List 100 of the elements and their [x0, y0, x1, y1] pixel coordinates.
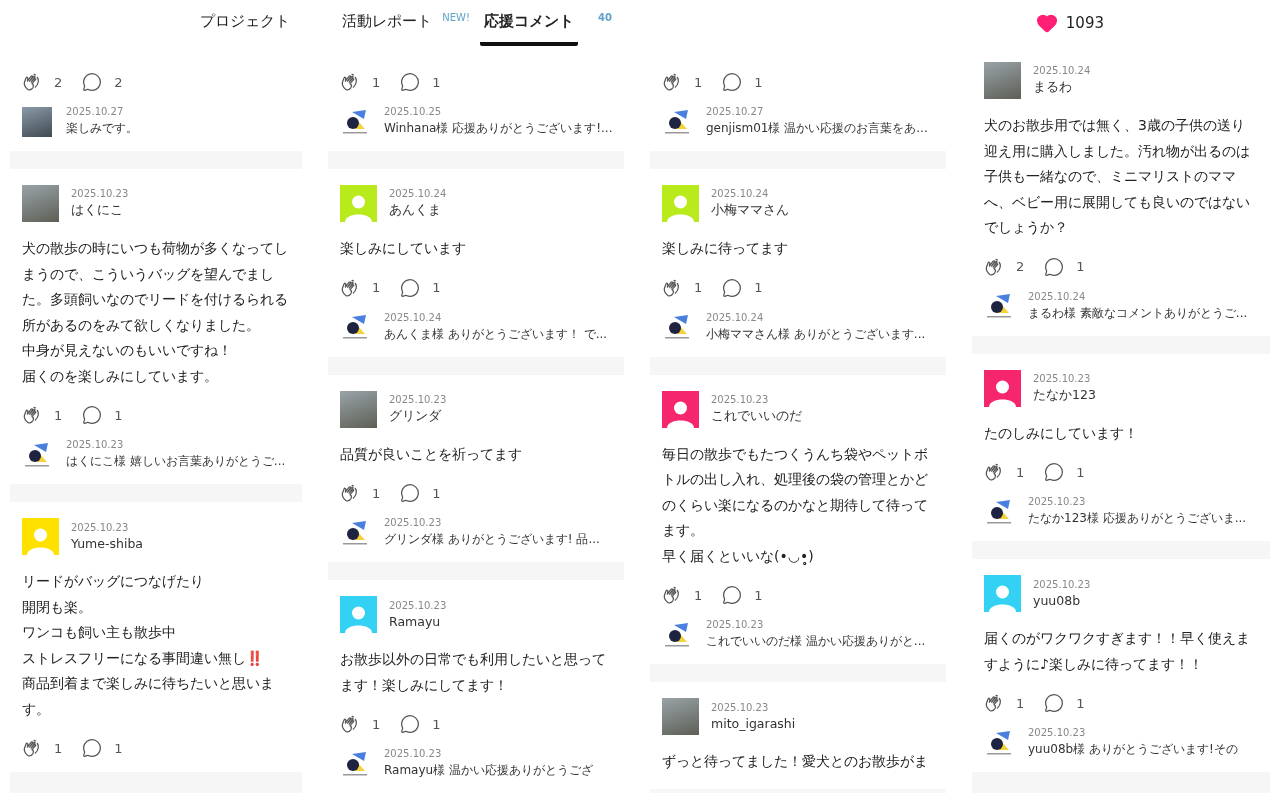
- comment-date: 2025.10.24: [711, 188, 770, 199]
- comment-text: ワンコも飼い主も散歩中: [22, 623, 177, 642]
- comment-icon[interactable]: [722, 72, 743, 92]
- comment-icon[interactable]: [1044, 256, 1065, 277]
- comment-icon[interactable]: [722, 277, 743, 298]
- clapping-hands-icon[interactable]: [340, 277, 360, 298]
- clapping-hands-icon[interactable]: [340, 483, 360, 503]
- clapping-hands-icon[interactable]: [340, 72, 360, 92]
- reply-text: 楽しみです。: [66, 120, 138, 137]
- comment-icon[interactable]: [400, 714, 421, 734]
- comment-icon[interactable]: [400, 483, 421, 503]
- comment-date: 2025.10.23: [389, 393, 447, 405]
- comment-date: 2025.10.23: [71, 522, 130, 533]
- comment-text: 楽しみに待ってます: [662, 239, 789, 258]
- comment-icon[interactable]: [400, 277, 421, 298]
- reply-text: あんくま様 ありがとうございます！ で...: [384, 325, 608, 343]
- clapping-hands-icon[interactable]: [984, 462, 1004, 482]
- comment-text: ストレスフリーになる事間違い無し‼: [22, 648, 264, 668]
- tab-label: プロジェクト: [200, 11, 290, 31]
- comment-text: 商品到着まで楽しみに待ちたいと思います。: [22, 674, 275, 719]
- reply-text: グリンダ様 ありがとうございます! 品...: [384, 531, 600, 548]
- reply-date: 2025.10.23: [384, 748, 443, 759]
- photo-placeholder: [662, 698, 699, 735]
- comment-icon[interactable]: [400, 72, 421, 92]
- clapping-hands-icon[interactable]: [662, 585, 682, 605]
- clapping-hands-icon[interactable]: [984, 256, 1004, 277]
- comment-icon[interactable]: [82, 405, 103, 425]
- comment-date: 2025.10.24: [389, 188, 447, 199]
- tab-note-label: 40: [598, 12, 612, 23]
- comment-date: 2025.10.23: [389, 600, 447, 611]
- comment-count: 2: [114, 74, 123, 90]
- comment-date: 2025.10.23: [711, 393, 770, 405]
- clapping-hands-icon[interactable]: [984, 693, 1004, 713]
- reply-date: 2025.10.24: [384, 311, 443, 323]
- heart-icon[interactable]: [1035, 12, 1058, 34]
- comment-count: 1: [1076, 464, 1085, 480]
- reply-text: まるわ様 素敵なコメントありがとうご...: [1028, 304, 1248, 322]
- reply-date: 2025.10.23: [384, 517, 443, 528]
- reply-text: これでいいのだ様 温かい応援ありがと...: [706, 633, 926, 650]
- comment-icon[interactable]: [82, 738, 103, 758]
- user-name: Yume-shiba: [71, 536, 143, 551]
- comment-count: 1: [432, 716, 441, 732]
- reply-date: 2025.10.23: [1028, 727, 1087, 738]
- clap-count: 1: [694, 74, 703, 90]
- comment-count: 1: [1076, 259, 1085, 274]
- logo-icon: [662, 312, 692, 342]
- reply-text: はくにこ様 嬉しいお言葉ありがとうご...: [66, 453, 286, 470]
- comment-date: 2025.10.23: [711, 702, 770, 713]
- comment-date: 2025.10.23: [71, 188, 129, 199]
- user-name: はくにこ: [71, 202, 124, 219]
- comment-text: 犬の散歩の時にいつも荷物が多くなってしまうので、こういうバッグを望んでました。多頭飼いなのでリードを付けるられる所があるのをみて欲しくなりました。: [22, 239, 289, 335]
- clap-count: 1: [372, 716, 381, 732]
- reply-date: 2025.10.23: [66, 439, 125, 450]
- comment-icon[interactable]: [1044, 693, 1065, 713]
- comment-count: 1: [754, 587, 763, 603]
- comment-count: 1: [432, 74, 441, 90]
- clapping-hands-icon[interactable]: [662, 72, 682, 92]
- comment-text: 届くのがワクワクすぎます！！早く使えますように♪楽しみに待ってます！！: [984, 629, 1251, 674]
- comment-text: 開閉も楽。: [22, 597, 93, 617]
- clapping-hands-icon[interactable]: [22, 738, 42, 758]
- comment-date: 2025.10.24: [1033, 65, 1091, 76]
- comment-icon[interactable]: [82, 72, 103, 92]
- clap-count: 2: [54, 74, 63, 90]
- tab-label: 活動レポート: [342, 11, 432, 31]
- clapping-hands-icon[interactable]: [662, 277, 682, 298]
- reply-text: Winhana様 応援ありがとうございます!...: [383, 120, 612, 137]
- user-name: まるわ: [1033, 79, 1073, 96]
- clap-count: 1: [54, 740, 63, 756]
- comment-text: 犬のお散歩用では無く、3歳の子供の送り迎え用に購入しました。汚れ物が出るのは子供も一緒なので、ミニマリストのママへ、ベビー用に展開しても良いのではないでしょうか？: [984, 116, 1251, 237]
- photo-placeholder: [22, 185, 59, 222]
- clapping-hands-icon[interactable]: [340, 714, 360, 734]
- user-name: Ramayu: [389, 614, 442, 629]
- reply-date: 2025.10.23: [706, 619, 765, 630]
- comment-text: たのしみにしています！: [984, 423, 1139, 443]
- clapping-hands-icon[interactable]: [22, 405, 42, 425]
- comment-text: ずっと待ってました！愛犬とのお散歩がま: [662, 752, 929, 771]
- reply-text: 小梅ママさん様 ありがとうございます...: [706, 325, 926, 343]
- user-name: yuu08b: [1033, 593, 1082, 608]
- reply-date: 2025.10.27: [66, 106, 125, 117]
- comment-text: 中身が見えないのもいいですね！: [22, 341, 233, 360]
- clap-count: 1: [372, 74, 381, 90]
- comment-icon[interactable]: [722, 585, 743, 605]
- comment-count: 1: [114, 407, 123, 423]
- comment-text: お散歩以外の日常でも利用したいと思ってます！楽しみにしてます！: [340, 650, 607, 695]
- comment-count: 1: [1076, 695, 1085, 711]
- tab[interactable]: プロジェクト: [196, 0, 294, 46]
- photo-placeholder: [984, 62, 1021, 99]
- logo-icon: [984, 291, 1014, 321]
- clap-count: 1: [1016, 464, 1025, 480]
- comment-icon[interactable]: [1044, 462, 1065, 482]
- clapping-hands-icon[interactable]: [22, 72, 42, 92]
- logo-icon: [340, 312, 370, 342]
- user-name: 小梅ママさん: [711, 202, 789, 219]
- reply-text: yuu08b様 ありがとうございます!その: [1028, 741, 1238, 758]
- reply-text: genjism01様 温かい応援のお言葉をあ...: [706, 120, 928, 137]
- clap-count: 1: [694, 280, 703, 295]
- user-name: たなか123: [1033, 386, 1096, 404]
- photo-placeholder: [22, 106, 52, 137]
- user-name: これでいいのだ: [711, 407, 802, 425]
- clap-count: 1: [54, 407, 63, 423]
